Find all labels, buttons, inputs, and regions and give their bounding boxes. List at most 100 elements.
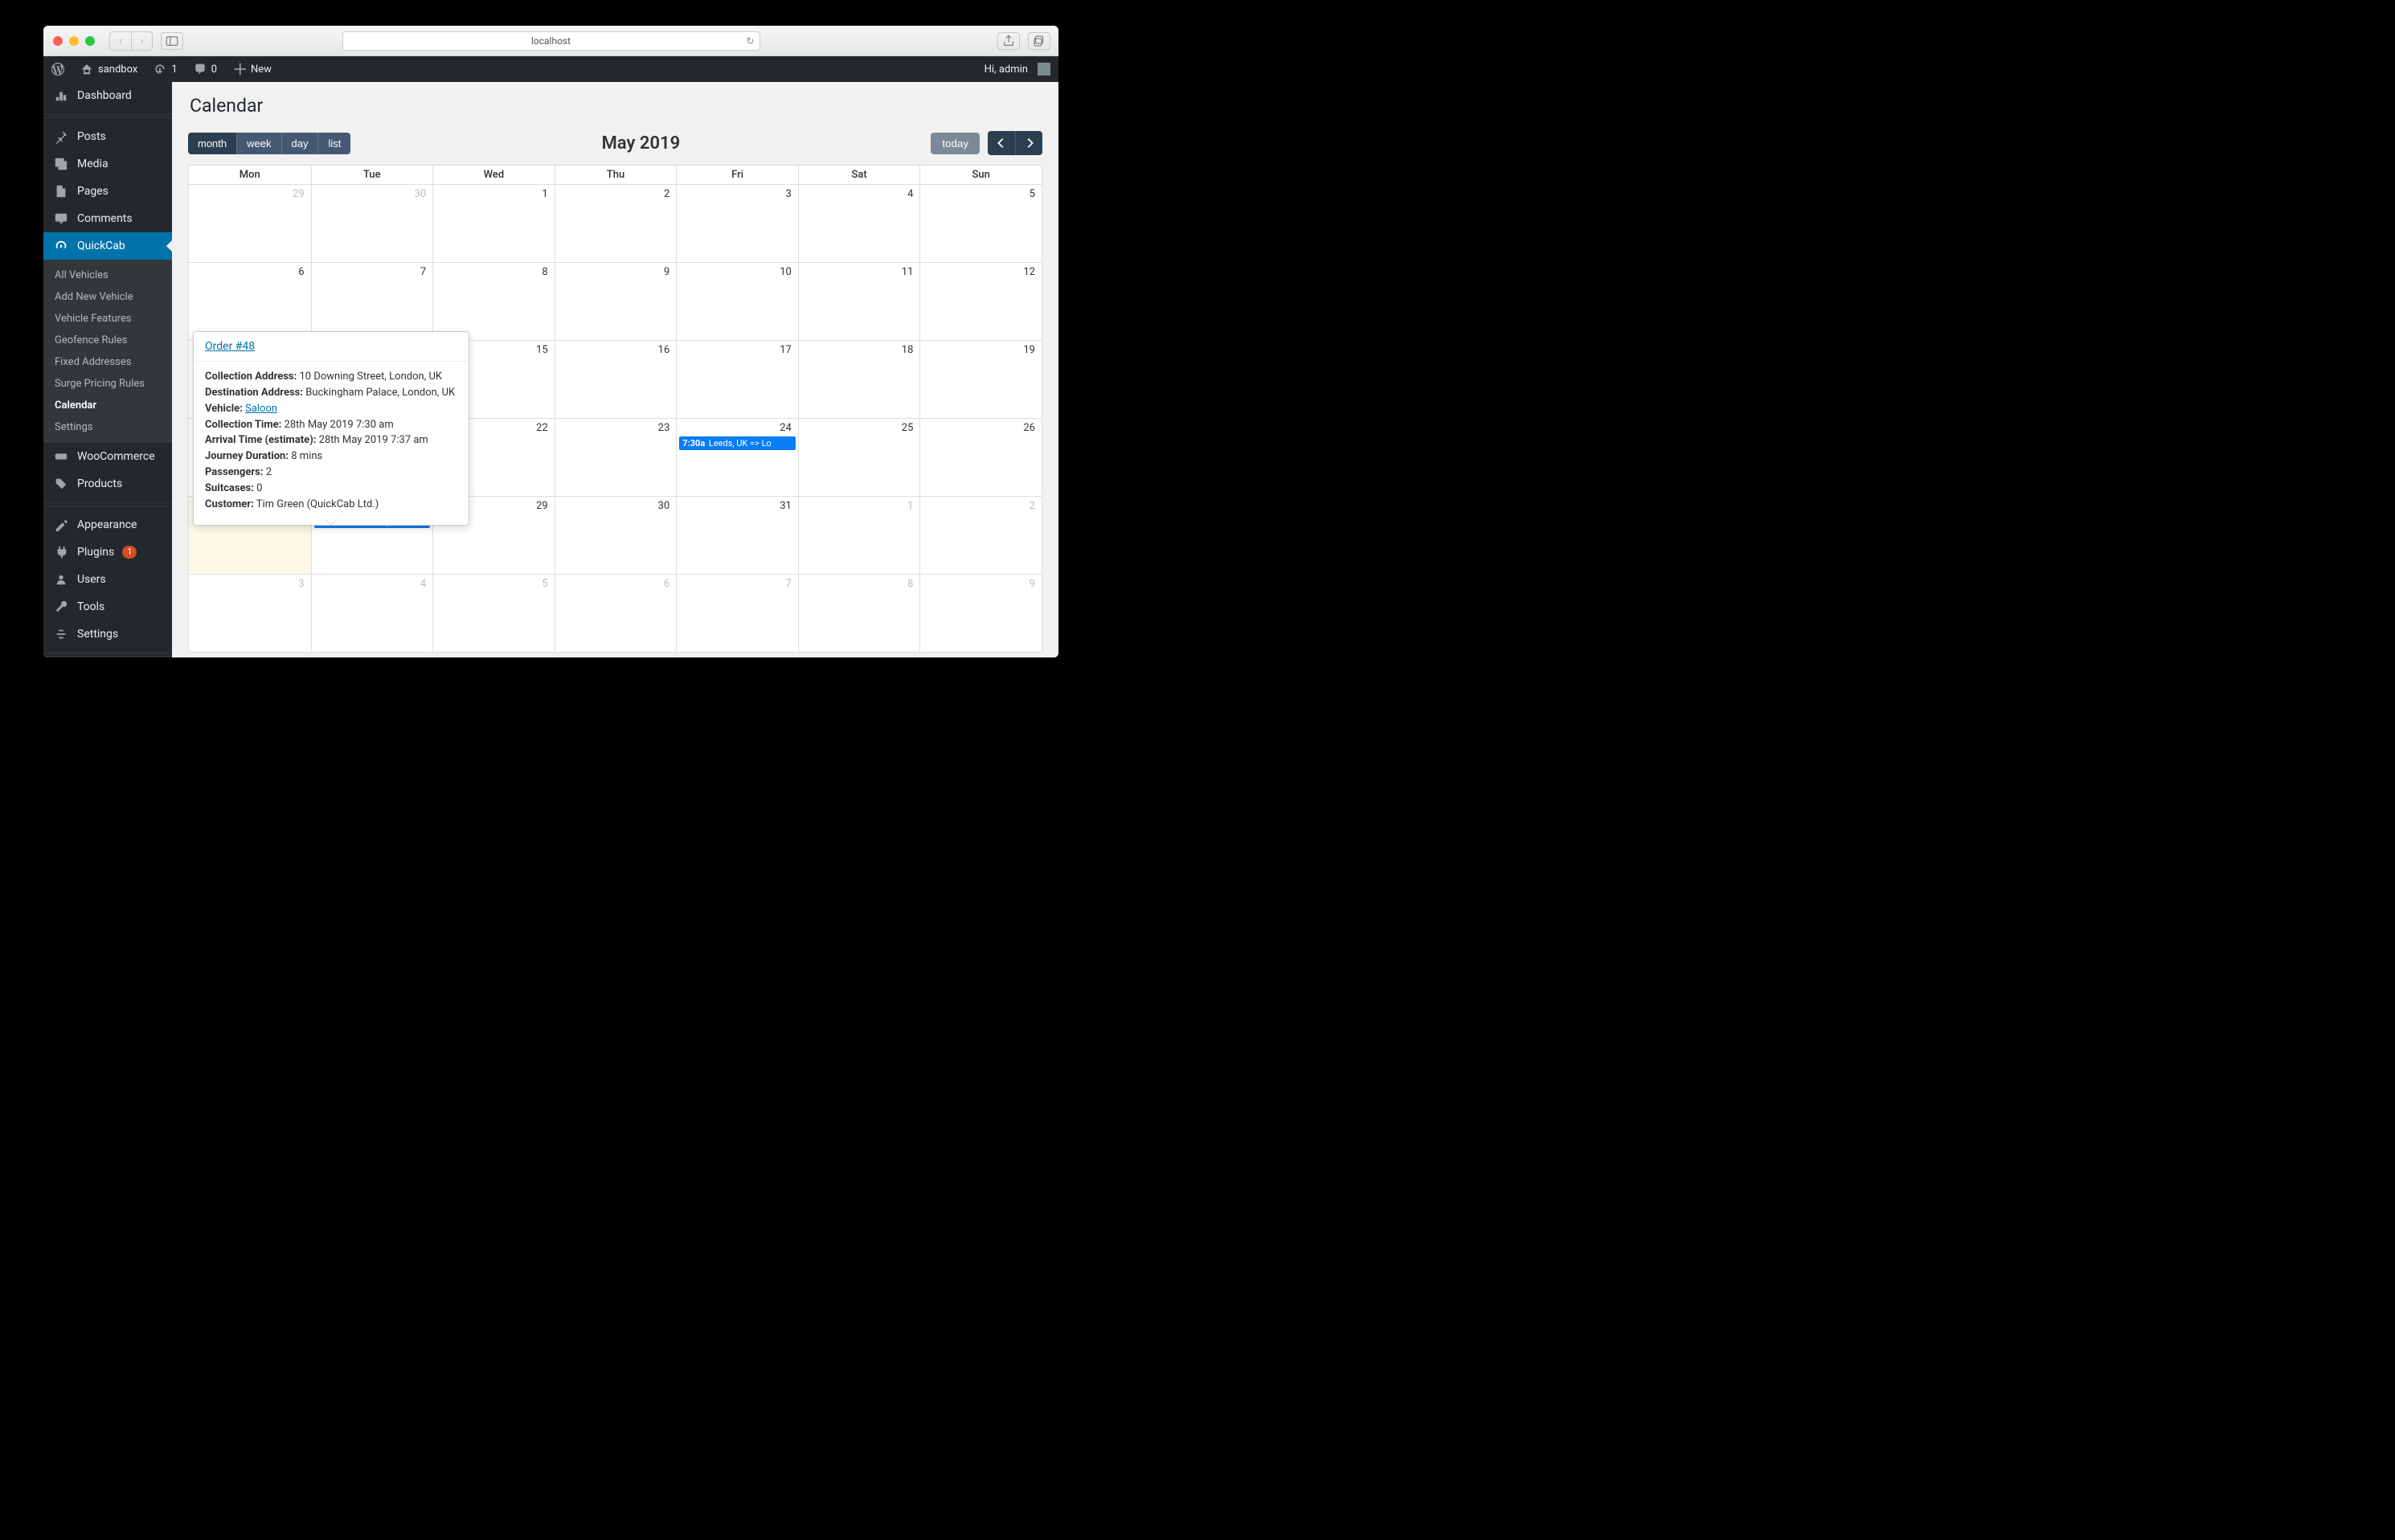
account-link[interactable]: Hi, admin [976, 56, 1058, 82]
calendar-cell[interactable]: 16 [555, 341, 677, 418]
minimize-window-button[interactable] [69, 36, 79, 46]
sidebar-toggle-button[interactable] [161, 32, 183, 50]
calendar-cell[interactable]: 6 [189, 263, 311, 340]
sidebar-item-woocommerce[interactable]: WooCommerce [43, 443, 172, 470]
site-name: sandbox [98, 63, 137, 76]
calendar-cell[interactable]: 1 [798, 497, 920, 574]
sidebar-item-users[interactable]: Users [43, 566, 172, 593]
calendar-cell[interactable]: 7 [311, 263, 433, 340]
calendar-cell[interactable]: 7 [676, 575, 798, 652]
view-list-button[interactable]: list [317, 133, 350, 154]
sidebar-subitem-fixed-addresses[interactable]: Fixed Addresses [43, 351, 172, 373]
sidebar-item-media[interactable]: Media [43, 150, 172, 178]
sidebar-item-settings[interactable]: Settings [43, 621, 172, 648]
view-day-button[interactable]: day [281, 133, 318, 154]
today-button[interactable]: today [931, 133, 980, 154]
calendar-cell[interactable]: 26 [919, 419, 1042, 496]
calendar-cell[interactable]: 11 [798, 263, 920, 340]
view-month-button[interactable]: month [188, 133, 236, 154]
updates-link[interactable]: 1 [145, 56, 185, 82]
sidebar-item-dashboard[interactable]: Dashboard [43, 82, 172, 109]
calendar-nav [988, 131, 1042, 155]
calendar-cell[interactable]: 25 [798, 419, 920, 496]
calendar-cell[interactable]: 8 [432, 263, 555, 340]
sidebar-separator [43, 502, 172, 506]
sidebar-separator [43, 114, 172, 118]
calendar-cell[interactable]: 17 [676, 341, 798, 418]
next-button[interactable] [1015, 131, 1042, 155]
calendar-cell[interactable]: 29 [189, 185, 311, 262]
calendar-event[interactable]: 7:30a Leeds, UK => Lo [679, 436, 796, 450]
close-window-button[interactable] [53, 36, 63, 46]
calendar-cell[interactable]: 6 [555, 575, 677, 652]
day-number: 23 [658, 422, 670, 434]
dashboard-icon [53, 88, 69, 103]
calendar-cell[interactable]: 3 [189, 575, 311, 652]
calendar-cell[interactable]: 2 [555, 185, 677, 262]
calendar-cell[interactable]: 9 [919, 575, 1042, 652]
sidebar-item-products[interactable]: Products [43, 470, 172, 498]
vehicle-link[interactable]: Saloon [245, 403, 277, 415]
appearance-icon [53, 518, 69, 532]
url-bar[interactable]: localhost ↻ [342, 31, 760, 51]
admin-bar: sandbox 1 0 New Hi, admin [43, 56, 1058, 82]
new-content-link[interactable]: New [225, 56, 280, 82]
calendar-cell[interactable]: 9 [555, 263, 677, 340]
tabs-button[interactable] [1028, 32, 1050, 50]
sidebar-item-quickcab[interactable]: QuickCab [43, 232, 172, 260]
sidebar-item-comments[interactable]: Comments [43, 205, 172, 232]
day-number: 9 [664, 266, 669, 278]
calendar-cell[interactable]: 4 [311, 575, 433, 652]
sidebar-item-appearance[interactable]: Appearance [43, 511, 172, 539]
calendar-cell[interactable]: 23 [555, 419, 677, 496]
day-number: 18 [902, 344, 914, 356]
maximize-window-button[interactable] [85, 36, 95, 46]
calendar-cell[interactable]: 30 [555, 497, 677, 574]
sidebar-item-posts[interactable]: Posts [43, 123, 172, 150]
sidebar-subitem-add-new-vehicle[interactable]: Add New Vehicle [43, 286, 172, 308]
calendar-row: 34 56789 [189, 574, 1042, 652]
day-number: 29 [536, 500, 548, 512]
calendar-cell[interactable]: 31 [676, 497, 798, 574]
day-number: 5 [542, 578, 547, 590]
users-icon [53, 572, 69, 587]
calendar-cell[interactable]: 1 [432, 185, 555, 262]
calendar-cell[interactable]: 5 [432, 575, 555, 652]
sidebar-subitem-vehicle-features[interactable]: Vehicle Features [43, 308, 172, 330]
back-button[interactable]: ‹ [110, 32, 131, 50]
comments-link[interactable]: 0 [186, 56, 225, 82]
sidebar-subitem-settings[interactable]: Settings [43, 416, 172, 438]
calendar-cell[interactable]: 8 [798, 575, 920, 652]
sidebar-subitem-surge-pricing-rules[interactable]: Surge Pricing Rules [43, 373, 172, 395]
sidebar-subitem-all-vehicles[interactable]: All Vehicles [43, 264, 172, 286]
calendar-cell[interactable]: 247:30a Leeds, UK => Lo [676, 419, 798, 496]
calendar-cell[interactable]: 19 [919, 341, 1042, 418]
calendar-cell[interactable]: 5 [919, 185, 1042, 262]
products-icon [53, 477, 69, 491]
forward-button[interactable]: › [131, 32, 152, 50]
calendar-row: 2930 12345 [189, 184, 1042, 262]
prev-button[interactable] [988, 131, 1015, 155]
browser-window: ‹ › localhost ↻ + sandbox [43, 26, 1058, 657]
reload-icon[interactable]: ↻ [746, 35, 754, 47]
calendar-cell[interactable]: 10 [676, 263, 798, 340]
sidebar-item-plugins[interactable]: Plugins 1 [43, 539, 172, 566]
wp-logo[interactable] [43, 56, 72, 82]
sidebar-subitem-geofence-rules[interactable]: Geofence Rules [43, 330, 172, 351]
calendar-cell[interactable]: 3 [676, 185, 798, 262]
view-week-button[interactable]: week [236, 133, 280, 154]
day-number: 1 [542, 188, 547, 200]
calendar-cell[interactable]: 18 [798, 341, 920, 418]
update-badge: 1 [122, 546, 137, 559]
calendar-cell[interactable]: 2 [919, 497, 1042, 574]
order-link[interactable]: Order #48 [205, 340, 255, 353]
calendar-cell[interactable]: 12 [919, 263, 1042, 340]
share-button[interactable] [997, 32, 1020, 50]
browser-nav-buttons: ‹ › [109, 31, 153, 51]
calendar-cell[interactable]: 30 [311, 185, 433, 262]
sidebar-subitem-calendar[interactable]: Calendar [43, 395, 172, 416]
site-name-link[interactable]: sandbox [72, 56, 145, 82]
calendar-cell[interactable]: 4 [798, 185, 920, 262]
sidebar-item-pages[interactable]: Pages [43, 178, 172, 205]
sidebar-item-tools[interactable]: Tools [43, 593, 172, 621]
